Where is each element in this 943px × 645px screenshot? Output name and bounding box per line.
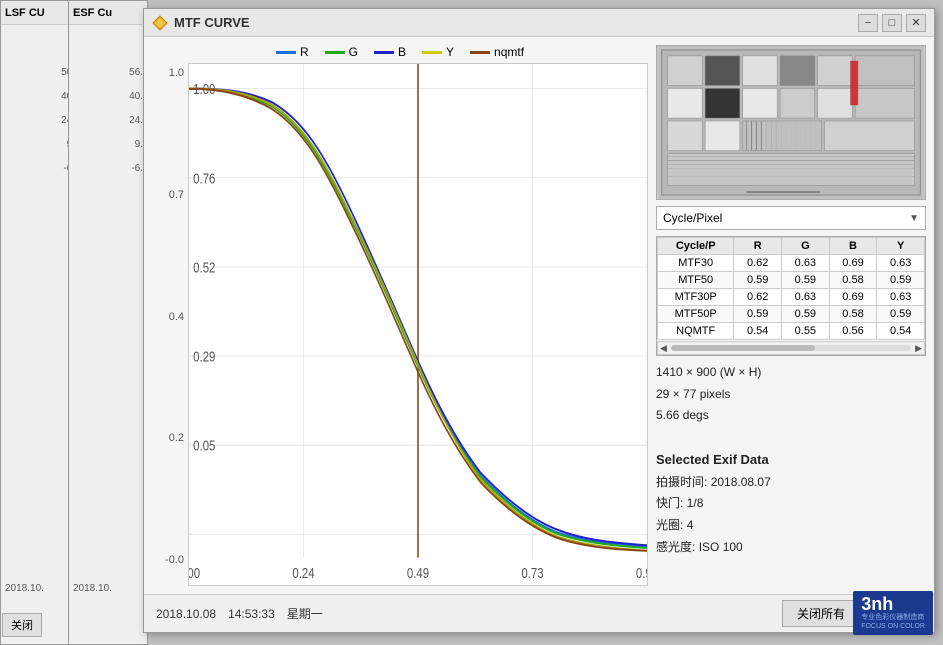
chart-canvas: 1.00 0.76 0.52 0.29 0.05	[188, 63, 648, 586]
svg-text:0.49: 0.49	[407, 565, 429, 582]
close-all-button[interactable]: 关闭所有	[782, 600, 860, 627]
chart-area: R G B Y nqmtf	[152, 45, 648, 586]
legend-item-R: R	[276, 45, 309, 59]
legend-color-nqmtf	[470, 51, 490, 54]
table-scrollbar[interactable]: ◀ ▶	[657, 341, 925, 355]
legend-color-G	[325, 51, 345, 54]
svg-text:0.97: 0.97	[636, 565, 647, 582]
svg-text:0.05: 0.05	[193, 437, 215, 454]
col-G: G	[782, 238, 830, 255]
table-row: MTF500.590.590.580.59	[658, 272, 925, 289]
bottom-time: 14:53:33	[228, 607, 275, 621]
brand-logo: 3nh	[861, 595, 925, 613]
info-degs: 5.66 degs	[656, 405, 926, 427]
info-resolution: 1410 × 900 (W × H)	[656, 362, 926, 384]
bg-bottom-buttons: 关闭	[2, 613, 42, 637]
legend-label-R: R	[300, 45, 309, 59]
minimize-button[interactable]: −	[858, 14, 878, 32]
info-pixels: 29 × 77 pixels	[656, 384, 926, 406]
legend-label-G: G	[349, 45, 358, 59]
info-shoot-time: 拍摄时间: 2018.08.07	[656, 472, 926, 494]
legend-color-R	[276, 51, 296, 54]
legend-item-Y: Y	[422, 45, 454, 59]
table-scroll: Cycle/P R G B Y MTF300.620.630.690.63MTF…	[657, 237, 925, 340]
legend-color-Y	[422, 51, 442, 54]
info-section: 1410 × 900 (W × H) 29 × 77 pixels 5.66 d…	[656, 362, 926, 558]
dropdown-arrow-icon: ▼	[909, 213, 919, 224]
bg-win2-yaxis: 56. 40. 24. 9. -6.	[129, 61, 143, 181]
title-bar: MTF CURVE − □ ✕	[144, 9, 934, 37]
watermark: 3nh 专业色彩仪器制造商FOCUS ON COLOR	[853, 591, 933, 635]
y-label-2: 0.7	[169, 189, 184, 201]
col-cycle: Cycle/P	[658, 238, 734, 255]
maximize-button[interactable]: □	[882, 14, 902, 32]
bottom-date: 2018.10.08	[156, 607, 216, 621]
y-axis-labels: 1.0 0.7 0.4 0.2 -0.0	[152, 63, 188, 586]
svg-text:0.73: 0.73	[521, 565, 543, 582]
table-header-row: Cycle/P R G B Y	[658, 238, 925, 255]
svg-text:0.24: 0.24	[292, 565, 315, 582]
col-Y: Y	[877, 238, 925, 255]
bg-close-button[interactable]: 关闭	[2, 613, 42, 637]
target-svg: ═══════════════	[657, 46, 925, 199]
legend-color-B	[374, 51, 394, 54]
svg-text:═══════════════: ═══════════════	[746, 189, 820, 196]
y-label-5: -0.0	[165, 554, 184, 566]
bottom-bar: 2018.10.08 14:53:33 星期一 关闭所有 截图	[144, 594, 934, 632]
y-label-1: 1.0	[169, 67, 184, 79]
legend-item-G: G	[325, 45, 358, 59]
bg-win2-title: ESF Cu	[69, 1, 147, 25]
bg-window-esf: ESF Cu 56. 40. 24. 9. -6. 2018.10.	[68, 0, 148, 645]
chart-wrapper: 1.00 0.76 0.52 0.29 0.05	[188, 63, 648, 586]
bg-win2-bottom: 2018.10.	[73, 583, 112, 594]
legend-label-nqmtf: nqmtf	[494, 45, 524, 59]
bottom-day: 星期一	[287, 605, 323, 622]
svg-text:0.76: 0.76	[193, 170, 215, 187]
window-controls: − □ ✕	[858, 14, 926, 32]
legend-label-B: B	[398, 45, 406, 59]
col-R: R	[734, 238, 782, 255]
brand-tagline: 专业色彩仪器制造商FOCUS ON COLOR	[861, 613, 925, 631]
table-row: MTF300.620.630.690.63	[658, 255, 925, 272]
svg-text:0.52: 0.52	[193, 259, 215, 276]
window-title: MTF CURVE	[174, 15, 858, 30]
exif-title: Selected Exif Data	[656, 448, 926, 471]
cycle-dropdown[interactable]: Cycle/Pixel ▼	[656, 206, 926, 230]
info-shutter: 快门: 1/8	[656, 493, 926, 515]
table-header: Cycle/P R G B Y	[658, 238, 925, 255]
table-row: MTF30P0.620.630.690.63	[658, 289, 925, 306]
chart-svg: 1.00 0.76 0.52 0.29 0.05	[189, 64, 647, 585]
scrollbar-track	[671, 345, 911, 351]
bg-win1-bottom: 2018.10.	[5, 583, 44, 594]
table-row: MTF50P0.590.590.580.59	[658, 306, 925, 323]
legend-item-B: B	[374, 45, 406, 59]
mtf-window: MTF CURVE − □ ✕ R G B	[143, 8, 935, 633]
scrollbar-thumb	[671, 345, 815, 351]
table-row: NQMTF0.540.550.560.54	[658, 323, 925, 340]
scrollbar-left-arrow[interactable]: ◀	[658, 343, 669, 354]
table-body: MTF300.620.630.690.63MTF500.590.590.580.…	[658, 255, 925, 340]
info-aperture: 光圈: 4	[656, 515, 926, 537]
mtf-table: Cycle/P R G B Y MTF300.620.630.690.63MTF…	[657, 237, 925, 340]
close-button[interactable]: ✕	[906, 14, 926, 32]
chart-legend: R G B Y nqmtf	[152, 45, 648, 59]
col-B: B	[829, 238, 877, 255]
legend-label-Y: Y	[446, 45, 454, 59]
target-thumbnail: ═══════════════	[656, 45, 926, 200]
data-table: Cycle/P R G B Y MTF300.620.630.690.63MTF…	[656, 236, 926, 356]
dropdown-label: Cycle/Pixel	[663, 211, 909, 225]
svg-text:0.29: 0.29	[193, 348, 215, 365]
svg-text:0.00: 0.00	[189, 565, 200, 582]
legend-item-nqmtf: nqmtf	[470, 45, 524, 59]
info-iso: 感光度: ISO 100	[656, 537, 926, 559]
right-panel: ═══════════════ Cycle/Pixel ▼ Cycle/P R	[656, 45, 926, 586]
scrollbar-right-arrow[interactable]: ▶	[913, 343, 924, 354]
mtf-window-icon	[152, 15, 168, 31]
y-label-4: 0.2	[169, 432, 184, 444]
y-label-3: 0.4	[169, 311, 184, 323]
